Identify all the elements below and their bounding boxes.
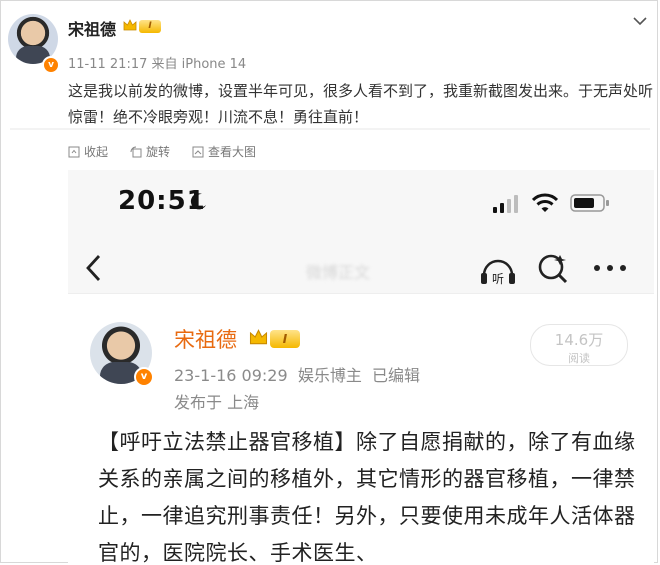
rotate-button[interactable]: 旋转	[130, 143, 170, 160]
view-large-button[interactable]: 查看大图	[192, 143, 256, 160]
original-post-card: v 宋祖德 I 23-1-16 09:29 娱乐博主 已编辑 发布于 上海 14…	[68, 293, 654, 565]
view-large-icon	[192, 146, 204, 157]
card-verified-badge-icon: v	[134, 367, 154, 387]
card-location: 发布于 上海	[174, 393, 260, 412]
collapse-button[interactable]: 收起	[68, 143, 108, 160]
chevron-down-icon[interactable]	[632, 14, 648, 28]
signal-icon	[493, 195, 518, 213]
image-actions: 收起 旋转 查看大图	[68, 143, 256, 160]
read-count-badge: 14.6万 阅读	[530, 324, 628, 366]
post-time[interactable]: 11-11 21:17	[68, 57, 147, 72]
card-meta: 23-1-16 09:29 娱乐博主 已编辑	[174, 362, 420, 386]
more-options-icon[interactable]	[592, 263, 628, 273]
back-arrow-icon[interactable]	[84, 253, 104, 283]
level-badge: I	[139, 20, 161, 33]
app-nav-bar: 微博正文 听	[68, 245, 654, 293]
search-icon[interactable]	[536, 251, 570, 285]
card-role: 娱乐博主	[297, 366, 362, 385]
card-level-badge: I	[270, 330, 300, 348]
read-label: 阅读	[568, 352, 590, 365]
card-date: 23-1-16 09:29	[174, 366, 288, 385]
read-count: 14.6万	[554, 331, 604, 349]
wifi-icon	[532, 193, 558, 212]
rotate-icon	[130, 146, 142, 157]
blurred-page-title: 微博正文	[306, 263, 371, 282]
battery-icon	[570, 194, 609, 212]
weibo-post: v 宋祖德 I 11-11 21:17 来自 iPhone 14 这是我以前发的…	[0, 0, 660, 565]
card-post-text: 【呼吁立法禁止器官移植】除了自愿捐献的，除了有血缘关系的亲属之间的移植外，其它情…	[98, 430, 636, 565]
card-author-name[interactable]: 宋祖德	[174, 324, 237, 354]
svg-text:听: 听	[492, 272, 504, 286]
moon-icon	[190, 193, 206, 210]
crown-icon	[123, 19, 137, 31]
divider	[10, 128, 650, 130]
card-crown-icon	[249, 329, 268, 345]
card-edited[interactable]: 已编辑	[372, 366, 420, 385]
phone-status-bar: 20:51	[68, 170, 654, 245]
post-meta: 11-11 21:17 来自 iPhone 14	[68, 53, 246, 72]
author-name[interactable]: 宋祖德	[68, 16, 116, 40]
collapse-icon	[68, 146, 80, 157]
post-text: 这是我以前发的微博，设置半年可见，很多人看不到了，我重新截图发出来。于无声处听惊…	[68, 82, 654, 126]
listen-icon[interactable]: 听	[478, 251, 518, 287]
embedded-screenshot[interactable]: 20:51 微博正文 听 v 宋祖德 I 23-1-16 09:29 娱乐博主 …	[68, 170, 654, 565]
post-source: 来自 iPhone 14	[151, 57, 247, 72]
verified-badge-icon: v	[42, 56, 60, 74]
